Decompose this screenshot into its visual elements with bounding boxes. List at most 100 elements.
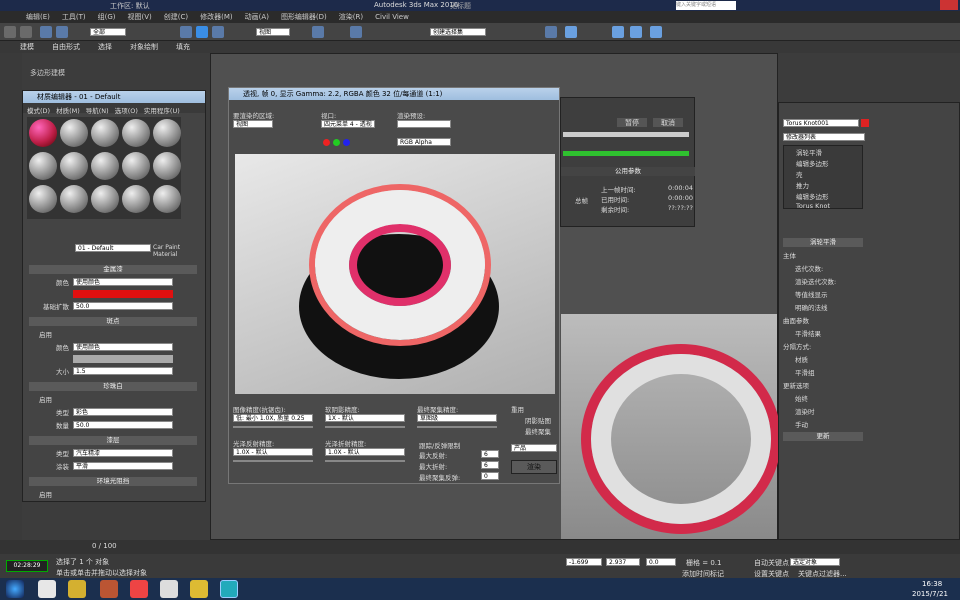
start-icon[interactable] xyxy=(6,580,24,598)
stack-item[interactable]: 壳 xyxy=(784,168,862,179)
sample-slot[interactable] xyxy=(91,185,119,213)
row-value[interactable]: 50.0 xyxy=(73,302,173,310)
stack-item[interactable]: 涡轮平滑 xyxy=(784,146,862,157)
pivot-icon[interactable] xyxy=(312,26,324,38)
stack-item[interactable]: 编辑多边形 xyxy=(784,157,862,168)
unlink-icon[interactable] xyxy=(56,26,68,38)
ts-explicit[interactable]: 明确的法线 xyxy=(783,302,863,312)
ts-when-render[interactable]: 渲染时 xyxy=(783,406,863,416)
object-name-field[interactable]: Torus Knot001 xyxy=(783,119,859,127)
ts-always[interactable]: 始终 xyxy=(783,393,863,403)
setting-value[interactable]: 1.0X - 默认 xyxy=(325,448,405,456)
ts-update[interactable]: 更新选项 xyxy=(783,380,863,390)
view-select[interactable]: 视图 xyxy=(256,28,290,36)
sample-slot[interactable] xyxy=(60,185,88,213)
pause-button[interactable]: 暂停 xyxy=(617,118,647,127)
ts-smoothing[interactable]: 平滑组 xyxy=(783,367,863,377)
ribbon-tab[interactable]: 选择 xyxy=(98,42,112,52)
ts-smooth-result[interactable]: 平滑结果 xyxy=(783,328,863,338)
row-value[interactable]: 汽车精漆 xyxy=(73,449,173,457)
quality-slider[interactable] xyxy=(325,460,405,462)
sample-slot[interactable] xyxy=(122,119,150,147)
menu-item[interactable]: Civil View xyxy=(375,13,409,21)
reuse-fg[interactable]: 最终聚集 xyxy=(525,426,551,436)
material-menu-item[interactable]: 模式(D) xyxy=(27,105,50,115)
render-button[interactable]: 渲染 xyxy=(511,460,557,474)
row-value[interactable]: 1.5 xyxy=(73,367,173,375)
link-icon[interactable] xyxy=(40,26,52,38)
setting-value[interactable]: 低: 最小 1.0X, 质量 0.25 xyxy=(233,414,313,422)
trace-value[interactable]: 6 xyxy=(481,461,499,469)
preset-dropdown[interactable] xyxy=(397,120,451,128)
key-set-dropdown[interactable]: 选定对象 xyxy=(790,558,840,566)
sample-slot[interactable] xyxy=(60,119,88,147)
modifier-list[interactable]: 修改器列表 xyxy=(783,133,865,141)
mirror-icon[interactable] xyxy=(545,26,557,38)
ribbon-tab[interactable]: 自由形式 xyxy=(52,42,80,52)
menu-item[interactable]: 修改器(M) xyxy=(200,12,233,22)
sample-slot-active[interactable] xyxy=(29,119,57,147)
named-selection[interactable]: 创建选择集 xyxy=(430,28,486,36)
menu-item[interactable]: 组(G) xyxy=(98,12,116,22)
ts-render-iter[interactable]: 渲染迭代次数: xyxy=(783,276,863,286)
render-icon[interactable] xyxy=(650,26,662,38)
quality-slider[interactable] xyxy=(233,460,313,462)
setting-value[interactable]: 1.0X - 默认 xyxy=(233,448,313,456)
ts-material[interactable]: 材质 xyxy=(783,354,863,364)
row-value[interactable]: 平滑 xyxy=(73,462,173,470)
color-swatch[interactable] xyxy=(73,355,173,363)
rollout-header[interactable]: 斑点 xyxy=(29,317,197,326)
sample-slot[interactable] xyxy=(153,185,181,213)
trace-value[interactable]: 0 xyxy=(481,472,499,480)
sample-slot[interactable] xyxy=(60,152,88,180)
rollout-header[interactable]: 珍珠白 xyxy=(29,382,197,391)
ts-header[interactable]: 涡轮平滑 xyxy=(783,238,863,247)
trace-value[interactable]: 6 xyxy=(481,450,499,458)
enable-checkbox[interactable]: 启用 xyxy=(39,394,197,404)
move-icon[interactable] xyxy=(196,26,208,38)
search-input[interactable]: 键入关键字或短语 xyxy=(676,1,736,10)
quality-slider[interactable] xyxy=(233,426,313,428)
ribbon-tab[interactable]: 对象绘制 xyxy=(130,42,158,52)
select-icon[interactable] xyxy=(180,26,192,38)
material-type-button[interactable]: Car Paint Material xyxy=(153,244,205,258)
x-coordinate[interactable]: -1.699 xyxy=(566,558,602,566)
reuse-shadow[interactable]: 阴影贴图 xyxy=(525,415,551,425)
menu-item[interactable]: 创建(C) xyxy=(164,12,188,22)
undo-icon[interactable] xyxy=(4,26,16,38)
menu-item[interactable]: 动画(A) xyxy=(245,12,269,22)
snap-icon[interactable] xyxy=(350,26,362,38)
rollout-header[interactable]: 环境光阻挡 xyxy=(29,477,197,486)
row-value[interactable]: 50.0 xyxy=(73,421,173,429)
align-icon[interactable] xyxy=(565,26,577,38)
selection-filter[interactable]: 全部 xyxy=(90,28,126,36)
3dsmax-icon[interactable] xyxy=(220,580,238,598)
ts-iso[interactable]: 等值线显示 xyxy=(783,289,863,299)
stack-item[interactable]: 推力 xyxy=(784,179,862,190)
material-editor-icon[interactable] xyxy=(612,26,624,38)
rollout-header[interactable]: 金属漆 xyxy=(29,265,197,274)
ribbon-tab[interactable]: 建模 xyxy=(20,42,34,52)
menu-item[interactable]: 图形编辑器(D) xyxy=(281,12,327,22)
channel-dropdown[interactable]: RGB Alpha xyxy=(397,138,451,146)
object-color-swatch[interactable] xyxy=(861,119,869,127)
game-icon[interactable] xyxy=(190,580,208,598)
auto-key-button[interactable]: 自动关键点 xyxy=(754,558,789,568)
y-coordinate[interactable]: 2.937 xyxy=(606,558,640,566)
folder-icon[interactable] xyxy=(68,580,86,598)
redo-icon[interactable] xyxy=(20,26,32,38)
chrome-icon[interactable] xyxy=(160,580,178,598)
ts-iter-label[interactable]: 迭代次数: xyxy=(783,263,863,273)
browser-icon[interactable] xyxy=(130,580,148,598)
menu-item[interactable]: 编辑(E) xyxy=(26,12,50,22)
viewport-dropdown[interactable]: 四元菜单 4 - 透视 xyxy=(321,120,375,128)
stack-item[interactable]: 编辑多边形 xyxy=(784,190,862,201)
ts-surface[interactable]: 曲面参数 xyxy=(783,315,863,325)
red-channel-icon[interactable] xyxy=(323,139,330,146)
ts-manual[interactable]: 手动 xyxy=(783,419,863,429)
quality-slider[interactable] xyxy=(325,426,405,428)
material-menu-item[interactable]: 材质(M) xyxy=(56,105,80,115)
enable-checkbox[interactable]: 启用 xyxy=(39,489,197,499)
enable-checkbox[interactable]: 启用 xyxy=(39,329,197,339)
setting-value[interactable]: 草图级 xyxy=(417,414,497,422)
